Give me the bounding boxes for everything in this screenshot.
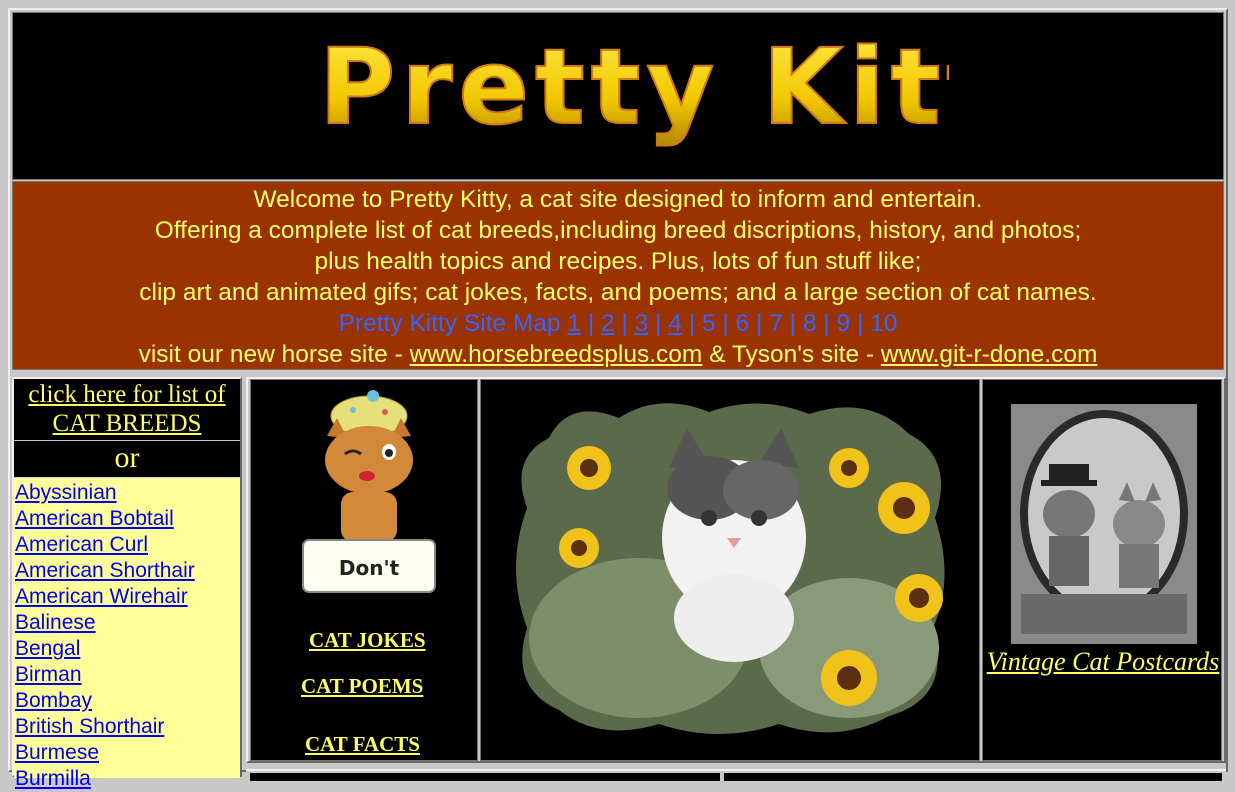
sitemap-page-4[interactable]: 4 <box>668 310 682 337</box>
bottom-row <box>246 769 1226 781</box>
breed-link[interactable]: American Bobtail <box>15 506 240 532</box>
sitemap-page-5[interactable]: 5 <box>702 310 716 337</box>
sitemap-page-10[interactable]: 10 <box>870 310 897 337</box>
breed-link[interactable]: Bengal <box>15 636 240 662</box>
kitten-photo-column <box>480 379 980 761</box>
sitemap-page-9[interactable]: 9 <box>836 310 850 337</box>
svg-text:Pretty Kitty: Pretty Kitty <box>319 31 949 148</box>
tyson-site-link[interactable]: www.git-r-done.com <box>881 341 1097 368</box>
breed-link[interactable]: Balinese <box>15 610 240 636</box>
sitemap-page-1[interactable]: 1 <box>567 310 581 337</box>
welcome-line-2: Offering a complete list of cat breeds,i… <box>154 217 1082 244</box>
breed-link[interactable]: Bombay <box>15 688 240 714</box>
sep: | <box>655 310 662 337</box>
vintage-postcards-cell: Vintage Cat Postcards <box>983 646 1223 677</box>
sitemap-label: Pretty Kitty Site Map <box>338 310 561 337</box>
cat-breeds-list-link[interactable]: click here for list of CAT BREEDS <box>28 381 225 437</box>
cat-facts-link[interactable]: CAT FACTS <box>305 732 420 757</box>
breed-link[interactable]: British Shorthair <box>15 714 240 740</box>
breed-link[interactable]: Burmilla <box>15 766 240 792</box>
tyson-text: & Tyson's site - <box>709 341 875 368</box>
pretty-kitty-logo: Pretty Kitty <box>318 31 949 149</box>
vintage-postcard-image <box>1011 404 1197 644</box>
kitten-sunflowers-image <box>516 403 945 734</box>
welcome-panel: Welcome to Pretty Kitty, a cat site desi… <box>12 181 1224 370</box>
sitemap-page-8[interactable]: 8 <box>803 310 817 337</box>
sep: | <box>587 310 595 337</box>
cat-jokes-link[interactable]: CAT JOKES <box>309 628 426 653</box>
breed-link[interactable]: Abyssinian <box>15 480 240 506</box>
sidebar: click here for list of CAT BREEDS or Aby… <box>12 377 242 790</box>
breeds-link-cell: click here for list of CAT BREEDS <box>14 379 240 440</box>
sitemap-page-3[interactable]: 3 <box>635 310 649 337</box>
or-label: or <box>14 441 240 477</box>
breed-link[interactable]: American Wirehair <box>15 584 240 610</box>
breed-list: Abyssinian American Bobtail American Cur… <box>14 478 240 790</box>
sitemap-page-7[interactable]: 7 <box>769 310 783 337</box>
svg-text:Don't: Don't <box>339 556 400 580</box>
welcome-line-1: Welcome to Pretty Kitty, a cat site desi… <box>253 186 983 213</box>
breed-link[interactable]: American Curl <box>15 532 240 558</box>
vintage-postcards-link[interactable]: Vintage Cat Postcards <box>987 647 1220 676</box>
sitemap-page-6[interactable]: 6 <box>736 310 750 337</box>
sitemap-row: Pretty Kitty Site Map 1 | 2 | 3 | 4 | 5 … <box>13 308 1223 339</box>
bottom-cell-right <box>724 773 1222 781</box>
sep: | <box>756 310 763 337</box>
winking-cat-sign-image: Don't <box>302 390 436 593</box>
sep: | <box>823 310 830 337</box>
sep: | <box>856 310 864 337</box>
welcome-line-4: clip art and animated gifs; cat jokes, f… <box>139 279 1097 306</box>
sep: | <box>722 310 729 337</box>
welcome-line-3: plus health topics and recipes. Plus, lo… <box>314 248 922 275</box>
fun-links-column: Don't CAT JOKES CAT POEMS CAT FACTS <box>250 379 478 761</box>
bottom-cell-left <box>250 773 720 781</box>
sep: | <box>621 310 628 337</box>
main-row: Don't CAT JOKES CAT POEMS CAT FACTS Vint… <box>246 377 1226 763</box>
vintage-column: Vintage Cat Postcards <box>982 379 1222 761</box>
sitemap-page-2[interactable]: 2 <box>601 310 615 337</box>
sep: | <box>688 310 696 337</box>
horse-site-link[interactable]: www.horsebreedsplus.com <box>410 341 703 368</box>
cat-poems-link[interactable]: CAT POEMS <box>301 674 423 699</box>
sep: | <box>789 310 797 337</box>
breed-link[interactable]: Burmese <box>15 740 240 766</box>
visit-row: visit our new horse site - www.horsebree… <box>13 339 1223 370</box>
header-banner: Pretty Kitty <box>12 12 1224 180</box>
breed-link[interactable]: Birman <box>15 662 240 688</box>
breed-link[interactable]: American Shorthair <box>15 558 240 584</box>
visit-prefix: visit our new horse site - <box>138 341 403 368</box>
